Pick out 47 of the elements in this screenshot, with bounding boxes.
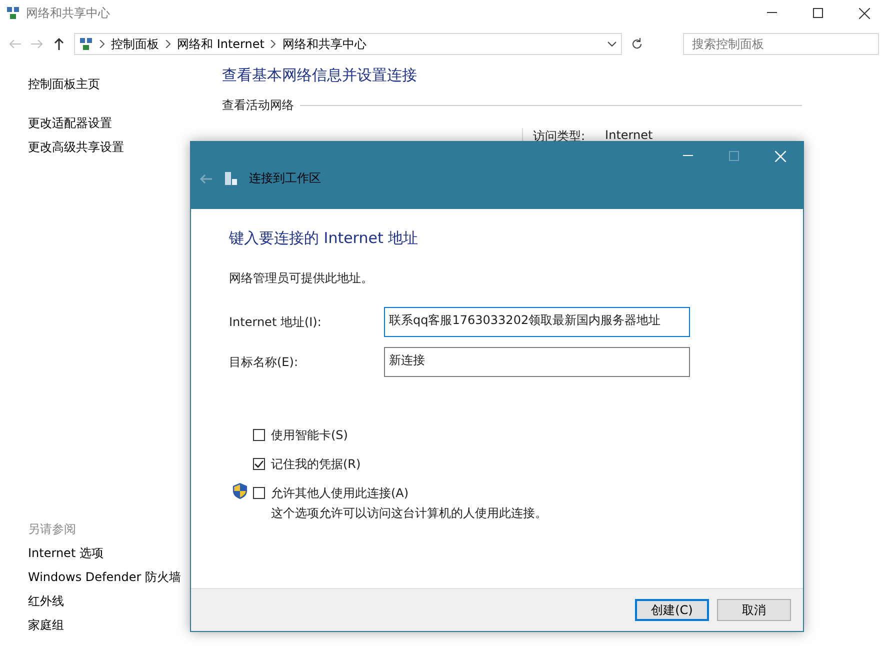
- section-heading: 查看活动网络: [222, 97, 294, 114]
- access-type-label: 访问类型:: [533, 128, 586, 145]
- minimize-icon[interactable]: [767, 12, 777, 14]
- checkbox-label[interactable]: 使用智能卡(S): [271, 427, 348, 444]
- hint-text: 网络管理员可提供此地址。: [229, 270, 374, 287]
- create-button[interactable]: 创建(C): [635, 599, 709, 621]
- sidebar-link[interactable]: 更改适配器设置: [28, 115, 190, 132]
- sidebar-link[interactable]: Internet 选项: [28, 545, 190, 562]
- field-label: 目标名称(E):: [229, 354, 299, 370]
- computer-icon: [223, 170, 239, 186]
- chevron-icon: [270, 40, 276, 48]
- field-label: Internet 地址(I):: [229, 314, 322, 330]
- sidebar-link[interactable]: 更改高级共享设置: [28, 139, 190, 156]
- close-icon[interactable]: [858, 8, 870, 18]
- access-type-value: Internet: [605, 128, 653, 144]
- network-icon: [79, 37, 93, 51]
- checkbox-label[interactable]: 记住我的凭据(R): [271, 456, 361, 473]
- checkbox[interactable]: [253, 429, 265, 441]
- sidebar-link[interactable]: 红外线: [28, 593, 190, 610]
- search-field[interactable]: 搜索控制面板: [683, 33, 879, 55]
- dialog-title: 连接到工作区: [249, 170, 321, 187]
- breadcrumb-item[interactable]: 控制面板: [111, 36, 159, 52]
- sidebar-link[interactable]: 控制面板主页: [28, 76, 190, 93]
- sidebar-link[interactable]: 家庭组: [28, 617, 190, 634]
- checkbox[interactable]: [253, 458, 265, 470]
- section-heading: 另请参阅: [28, 521, 77, 538]
- window-title: 网络和共享中心: [26, 4, 110, 22]
- checkbox-label[interactable]: 允许其他人使用此连接(A): [271, 485, 547, 502]
- maximize-icon: [729, 151, 739, 161]
- refresh-icon[interactable]: [630, 37, 644, 51]
- breadcrumb-item[interactable]: 网络和 Internet: [177, 36, 264, 52]
- chevron-icon: [165, 40, 171, 48]
- network-icon: [6, 6, 20, 20]
- page-heading: 查看基本网络信息并设置连接: [222, 66, 418, 85]
- checkbox[interactable]: [253, 487, 265, 499]
- input-field[interactable]: 联系qq客服1763033202领取最新国内服务器地址: [384, 307, 690, 337]
- address-bar[interactable]: 控制面板 网络和 Internet 网络和共享中心: [74, 33, 622, 55]
- dropdown-icon[interactable]: [607, 41, 617, 47]
- sidebar-link[interactable]: Windows Defender 防火墙: [28, 569, 190, 586]
- chevron-icon: [99, 40, 105, 48]
- breadcrumb-item[interactable]: 网络和共享中心: [282, 36, 366, 52]
- input-field[interactable]: 新连接: [384, 347, 690, 377]
- option-description: 这个选项允许可以访问这台计算机的人使用此连接。: [271, 505, 547, 522]
- cancel-button[interactable]: 取消: [717, 599, 791, 621]
- maximize-icon[interactable]: [813, 8, 823, 18]
- dialog-heading: 键入要连接的 Internet 地址: [229, 229, 420, 248]
- up-arrow-icon[interactable]: [52, 37, 66, 51]
